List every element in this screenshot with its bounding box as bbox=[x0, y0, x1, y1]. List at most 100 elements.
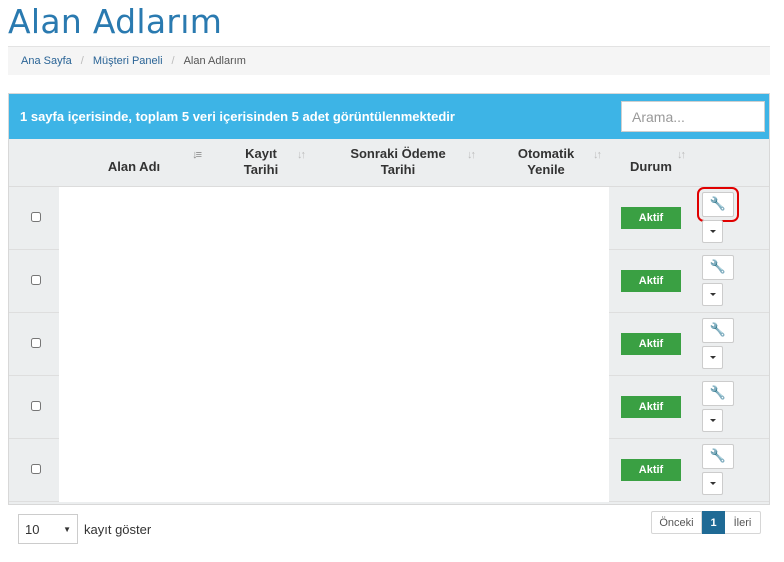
manage-button[interactable]: 🔧 bbox=[702, 443, 734, 469]
status-badge: Aktif bbox=[621, 269, 681, 292]
row-checkbox[interactable] bbox=[31, 464, 41, 475]
caret-down-icon bbox=[709, 292, 716, 296]
table-row: Aktif 🔧 bbox=[9, 438, 769, 502]
sort-icon: ↓↑ bbox=[297, 149, 306, 161]
dropdown-toggle[interactable] bbox=[702, 345, 723, 369]
wrench-icon: 🔧 bbox=[709, 385, 727, 400]
table-row: Aktif 🔧 bbox=[9, 186, 769, 250]
table-head-row: Alan Adı ↓≡ Kayıt Tarihi ↓↑ Sonraki Ödeme … bbox=[9, 139, 769, 187]
page-length-value: 10 bbox=[25, 521, 40, 537]
page-length-select[interactable]: 10 ▼ bbox=[18, 514, 78, 544]
cell-next-due bbox=[313, 438, 483, 502]
page-title: Alan Adlarım bbox=[8, 2, 223, 41]
cell-status: Aktif bbox=[609, 249, 693, 313]
cell-domain bbox=[59, 375, 209, 439]
status-badge: Aktif bbox=[621, 332, 681, 355]
row-select bbox=[9, 375, 59, 439]
dropdown-toggle[interactable] bbox=[702, 219, 723, 243]
cell-actions: 🔧 bbox=[693, 375, 769, 439]
table-info: 1 sayfa içerisinde, toplam 5 veri içeris… bbox=[20, 109, 455, 124]
col-actions bbox=[693, 139, 769, 187]
cell-domain bbox=[59, 438, 209, 502]
cell-reg-date bbox=[209, 375, 313, 439]
col-next-due[interactable]: Sonraki Ödeme Tarihi ↓↑ bbox=[313, 139, 483, 187]
wrench-icon: 🔧 bbox=[709, 259, 727, 274]
manage-button[interactable]: 🔧 bbox=[702, 380, 734, 406]
pagination-page-1[interactable]: 1 bbox=[702, 511, 725, 534]
cell-auto-renew bbox=[483, 438, 609, 502]
status-badge: Aktif bbox=[621, 458, 681, 481]
row-select bbox=[9, 249, 59, 313]
row-select bbox=[9, 438, 59, 502]
dropdown-toggle[interactable] bbox=[702, 471, 723, 495]
caret-down-icon bbox=[709, 481, 716, 485]
cell-actions: 🔧 bbox=[693, 438, 769, 502]
breadcrumb-current: Alan Adlarım bbox=[183, 55, 246, 67]
dropdown-toggle[interactable] bbox=[702, 282, 723, 306]
breadcrumb: Ana Sayfa / Müşteri Paneli / Alan Adları… bbox=[8, 46, 770, 75]
dropdown-toggle[interactable] bbox=[702, 408, 723, 432]
cell-auto-renew bbox=[483, 249, 609, 313]
cell-actions: 🔧 bbox=[693, 186, 769, 250]
manage-button[interactable]: 🔧 bbox=[702, 254, 734, 280]
pagination-next[interactable]: İleri bbox=[725, 511, 761, 534]
caret-down-icon bbox=[709, 418, 716, 422]
cell-status: Aktif bbox=[609, 438, 693, 502]
cell-auto-renew bbox=[483, 186, 609, 250]
cell-reg-date bbox=[209, 249, 313, 313]
cell-status: Aktif bbox=[609, 312, 693, 376]
status-badge: Aktif bbox=[621, 206, 681, 229]
caret-down-icon bbox=[709, 355, 716, 359]
sort-icon: ↓↑ bbox=[593, 149, 602, 161]
status-badge: Aktif bbox=[621, 395, 681, 418]
sort-icon: ↓↑ bbox=[467, 149, 476, 161]
cell-reg-date bbox=[209, 312, 313, 376]
cell-next-due bbox=[313, 249, 483, 313]
page-length-label: kayıt göster bbox=[84, 521, 152, 537]
domains-panel: 1 sayfa içerisinde, toplam 5 veri içeris… bbox=[8, 93, 770, 505]
cell-reg-date bbox=[209, 186, 313, 250]
table-header-bar: 1 sayfa içerisinde, toplam 5 veri içeris… bbox=[9, 94, 769, 139]
breadcrumb-home[interactable]: Ana Sayfa bbox=[21, 55, 72, 67]
manage-button[interactable]: 🔧 bbox=[697, 186, 739, 222]
search-input[interactable] bbox=[621, 101, 765, 132]
cell-actions: 🔧 bbox=[693, 312, 769, 376]
col-select bbox=[9, 139, 59, 187]
breadcrumb-separator: / bbox=[80, 55, 84, 67]
pagination-prev[interactable]: Önceki bbox=[651, 511, 702, 534]
breadcrumb-client-panel[interactable]: Müşteri Paneli bbox=[93, 55, 163, 67]
row-select bbox=[9, 186, 59, 250]
manage-button[interactable]: 🔧 bbox=[702, 317, 734, 343]
wrench-icon: 🔧 bbox=[709, 322, 727, 337]
sort-active-icon: ↓≡ bbox=[192, 149, 202, 161]
row-checkbox[interactable] bbox=[31, 401, 41, 412]
cell-auto-renew bbox=[483, 312, 609, 376]
cell-next-due bbox=[313, 312, 483, 376]
table-row: Aktif 🔧 bbox=[9, 375, 769, 439]
cell-status: Aktif bbox=[609, 186, 693, 250]
sort-icon: ↓↑ bbox=[677, 149, 686, 161]
col-reg-date[interactable]: Kayıt Tarihi ↓↑ bbox=[209, 139, 313, 187]
cell-next-due bbox=[313, 375, 483, 439]
wrench-icon: 🔧 bbox=[709, 196, 727, 211]
row-checkbox[interactable] bbox=[31, 275, 41, 286]
row-checkbox[interactable] bbox=[31, 338, 41, 349]
cell-actions: 🔧 bbox=[693, 249, 769, 313]
cell-next-due bbox=[313, 186, 483, 250]
cell-domain bbox=[59, 186, 209, 250]
breadcrumb-separator: / bbox=[171, 55, 175, 67]
domains-table: Alan Adı ↓≡ Kayıt Tarihi ↓↑ Sonraki Ödeme … bbox=[9, 139, 769, 502]
row-select bbox=[9, 312, 59, 376]
select-arrow-icon: ▼ bbox=[63, 524, 71, 534]
wrench-icon: 🔧 bbox=[709, 448, 727, 463]
col-auto-renew[interactable]: Otomatik Yenile ↓↑ bbox=[483, 139, 609, 187]
row-checkbox[interactable] bbox=[31, 212, 41, 223]
length-control: 10 ▼ kayıt göster bbox=[18, 514, 151, 544]
pagination: Önceki 1 İleri bbox=[651, 511, 761, 534]
col-status[interactable]: Durum ↓↑ bbox=[609, 139, 693, 187]
cell-domain bbox=[59, 249, 209, 313]
table-row: Aktif 🔧 bbox=[9, 312, 769, 376]
cell-reg-date bbox=[209, 438, 313, 502]
col-domain[interactable]: Alan Adı ↓≡ bbox=[59, 139, 209, 187]
table-row: Aktif 🔧 bbox=[9, 249, 769, 313]
